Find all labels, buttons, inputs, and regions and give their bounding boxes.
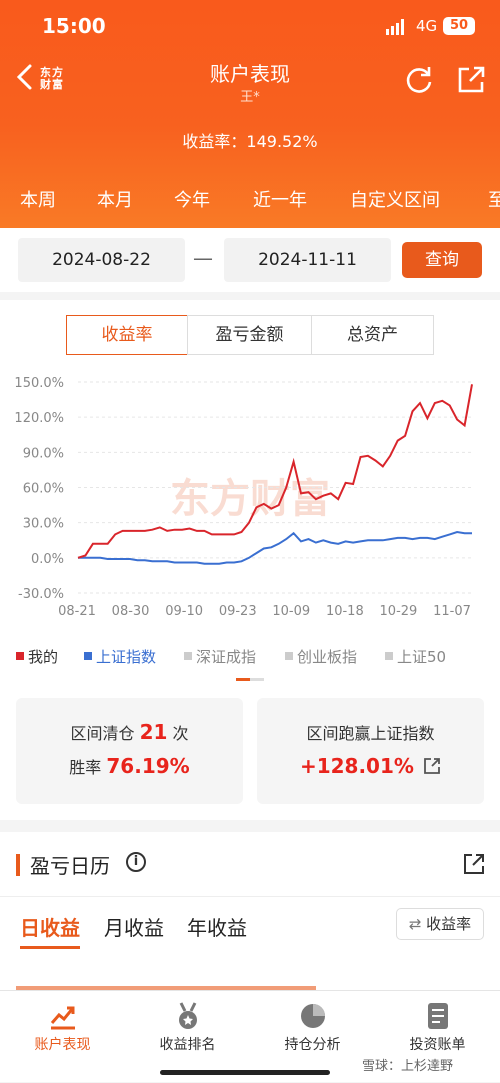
stat-clearance-label: 区间清仓	[70, 724, 135, 743]
summary-label: 收益率：	[182, 132, 247, 151]
stat-clearance-unit: 次	[172, 724, 189, 743]
legend-item[interactable]: 上证指数	[84, 646, 156, 667]
stat-clearance-card: 区间清仓 21 次 胜率 76.19%	[16, 698, 243, 804]
series-line-sse-index	[78, 530, 472, 565]
chart-card: 收益率 盈亏金额 总资产 东方财富 150.0% 120.0% 90.0% 60.0%…	[0, 300, 500, 820]
query-button[interactable]: 查询	[402, 242, 482, 278]
segment-profit-amount[interactable]: 盈亏金额	[187, 315, 312, 355]
divider	[0, 896, 500, 897]
stat-win-label: 胜率	[69, 758, 102, 777]
nav-label: 持仓分析	[284, 1037, 341, 1053]
tab-custom-range[interactable]: 自定义区间	[350, 186, 440, 212]
calendar-title: 盈亏日历	[30, 854, 110, 878]
x-tick-label: 09-23	[219, 604, 257, 619]
legend-scroll-indicator	[236, 678, 264, 681]
y-tick-label: 150.0%	[14, 376, 64, 391]
tab-overflow[interactable]: 至	[488, 186, 500, 212]
active-tab-underline	[20, 946, 80, 949]
x-tick-label: 08-30	[112, 604, 150, 619]
medal-icon	[179, 1002, 197, 1029]
y-tick-label: 120.0%	[14, 411, 64, 426]
x-tick-label: 09-10	[165, 604, 203, 619]
tab-week[interactable]: 本周	[20, 186, 56, 212]
pie-chart-icon	[301, 1004, 325, 1028]
x-tick-label: 10-18	[326, 604, 364, 619]
date-separator: —	[193, 246, 213, 270]
stat-outperform-card[interactable]: 区间跑赢上证指数 +128.01%	[257, 698, 484, 804]
tab-month[interactable]: 本月	[97, 186, 133, 212]
legend-swatch	[184, 652, 192, 660]
calendar-share-icon[interactable]	[462, 852, 486, 876]
summary-value: 149.52%	[246, 132, 318, 151]
tab-year[interactable]: 今年	[174, 186, 210, 212]
nav-label: 账户表现	[34, 1037, 91, 1053]
chart-watermark: 东方财富	[170, 476, 330, 522]
legend-label: 上证指数	[96, 648, 157, 666]
x-tick-label: 10-29	[380, 604, 418, 619]
legend-item[interactable]: 创业板指	[285, 646, 357, 667]
segment-total-assets[interactable]: 总资产	[311, 315, 434, 355]
legend-label: 深证成指	[196, 648, 257, 666]
date-range-bar: 2024-08-22 — 2024-11-11 查询	[0, 228, 500, 292]
segment-yield-rate[interactable]: 收益率	[66, 315, 188, 355]
legend-item[interactable]: 深证成指	[184, 646, 256, 667]
legend-swatch	[385, 652, 393, 660]
legend-label: 创业板指	[297, 648, 358, 666]
legend-item[interactable]: 上证50	[385, 646, 446, 667]
bill-icon	[428, 1003, 448, 1029]
tab-yearly-return[interactable]: 年收益	[187, 912, 247, 941]
signal-icon	[386, 19, 404, 35]
sort-by-yield-button[interactable]: ⇄ 收益率	[396, 908, 484, 940]
nav-label: 投资账单	[409, 1037, 466, 1053]
sort-label: 收益率	[426, 915, 472, 933]
legend-swatch	[16, 652, 24, 660]
stat-outperform-label: 区间跑赢上证指数	[306, 724, 435, 743]
x-tick-label: 10-09	[272, 604, 310, 619]
nav-account-performance[interactable]: 账户表现	[0, 991, 125, 1083]
status-time: 15:00	[42, 14, 106, 38]
stat-clearance-count: 21	[139, 720, 168, 744]
info-icon[interactable]: i	[126, 852, 146, 872]
refresh-icon[interactable]	[404, 65, 434, 95]
series-line-mine	[77, 384, 473, 559]
tab-monthly-return[interactable]: 月收益	[104, 912, 164, 941]
yield-line-chart: 东方财富 150.0% 120.0% 90.0% 60.0% 30.0% 0.0% -30.…	[14, 376, 473, 619]
network-type: 4G	[416, 17, 438, 35]
share-icon[interactable]	[456, 65, 486, 95]
y-tick-label: -30.0%	[18, 587, 64, 602]
nav-label: 收益排名	[159, 1037, 216, 1053]
tab-daily-return[interactable]: 日收益	[20, 912, 80, 941]
legend-label: 上证50	[397, 648, 447, 666]
summary-yield: 收益率：149.52%	[0, 128, 500, 152]
period-tabs: 本周 本月 今年 近一年 自定义区间 至	[0, 182, 500, 218]
performance-chart-icon	[50, 1006, 75, 1030]
stat-outperform-value: +128.01%	[299, 754, 414, 778]
start-date-field[interactable]: 2024-08-22	[18, 238, 185, 282]
y-tick-label: 0.0%	[31, 552, 64, 567]
y-tick-label: 90.0%	[23, 446, 64, 461]
y-tick-label: 60.0%	[23, 482, 64, 497]
x-tick-label: 08-21	[58, 604, 96, 619]
stat-win-value: 76.19%	[106, 754, 190, 778]
legend-label: 我的	[28, 648, 59, 666]
tab-last-year[interactable]: 近一年	[253, 186, 307, 212]
source-watermark: 雪球：上杉達野	[362, 1059, 454, 1074]
legend-swatch	[285, 652, 293, 660]
legend-item[interactable]: 我的	[16, 646, 58, 667]
status-bar: 15:00 4G 50	[0, 0, 500, 52]
x-tick-label: 11-07	[433, 604, 471, 619]
home-indicator	[160, 1070, 330, 1075]
chart-legend: 我的 上证指数 深证成指 创业板指 上证50	[0, 642, 500, 670]
section-accent-bar	[16, 854, 20, 876]
battery-icon: 50	[443, 17, 475, 35]
external-share-icon[interactable]	[423, 757, 441, 775]
y-tick-label: 30.0%	[23, 517, 64, 532]
swap-icon: ⇄	[408, 915, 422, 933]
end-date-field[interactable]: 2024-11-11	[224, 238, 391, 282]
legend-swatch	[84, 652, 92, 660]
nav-bar: 东方财富 账户表现 王*	[0, 52, 500, 108]
